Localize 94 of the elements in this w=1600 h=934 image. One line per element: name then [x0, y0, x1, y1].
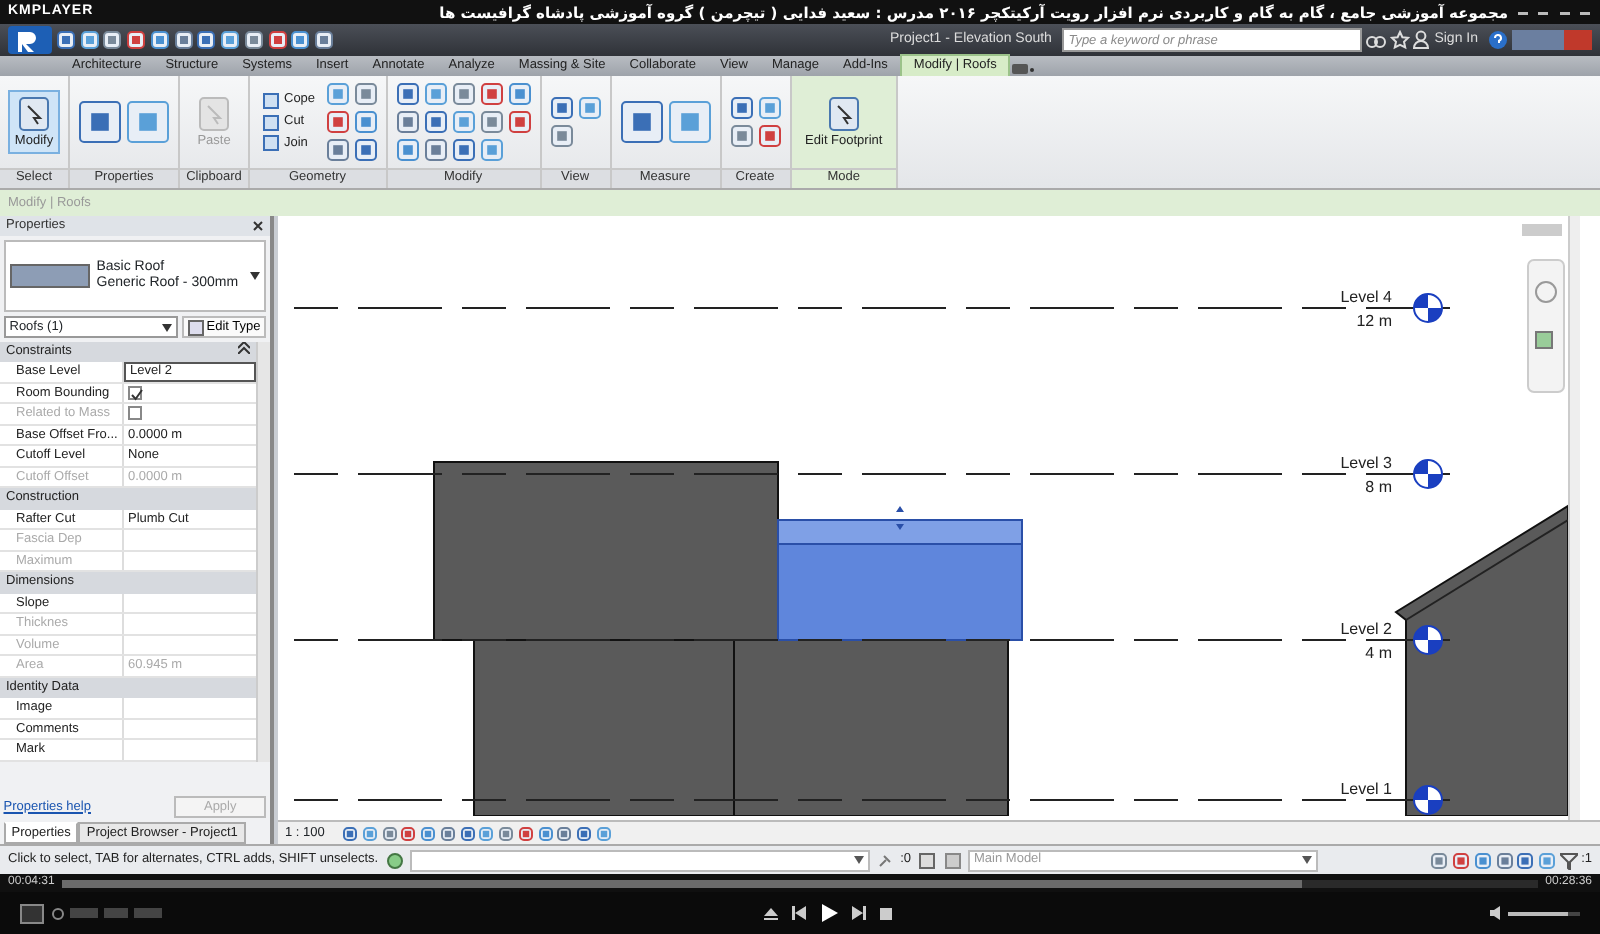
tool-icon: [823, 94, 864, 135]
camera-icon[interactable]: [1010, 62, 1035, 76]
toolbar-icon[interactable]: [173, 30, 193, 50]
tool-icon[interactable]: [78, 100, 122, 144]
tool-icon[interactable]: [479, 110, 504, 134]
tool-icon[interactable]: [423, 110, 448, 134]
shape-handle-icon[interactable]: [896, 506, 904, 530]
level-head-icon[interactable]: [1413, 293, 1443, 323]
tool-icon[interactable]: [325, 110, 350, 134]
filter-icon[interactable]: [1559, 851, 1578, 869]
tool-icon[interactable]: [757, 124, 782, 148]
tool-icon[interactable]: [325, 82, 350, 106]
tool-icon[interactable]: [507, 110, 532, 134]
tool-icon[interactable]: [325, 138, 350, 162]
editable-icon[interactable]: [918, 851, 937, 869]
tool-icon[interactable]: [423, 138, 448, 162]
toolbar-icon[interactable]: [79, 30, 99, 50]
level-line[interactable]: [293, 307, 1451, 309]
collapse-icon[interactable]: [238, 341, 250, 354]
edit-type-icon: [187, 319, 204, 335]
tool-icon[interactable]: [395, 138, 420, 162]
roof-drawing[interactable]: [433, 461, 779, 641]
design-option-icon[interactable]: [943, 851, 962, 869]
level-head-icon[interactable]: [1413, 785, 1443, 815]
level-name[interactable]: Level 4: [1340, 288, 1392, 306]
tool-icon[interactable]: [667, 100, 712, 144]
tool-icon[interactable]: [395, 110, 420, 134]
tool-icon[interactable]: [549, 96, 574, 120]
level-elevation: 4 m: [1365, 644, 1392, 662]
toolbar-icon[interactable]: [290, 30, 311, 50]
toolbar-icon[interactable]: [314, 30, 334, 50]
user-icon: [1412, 30, 1431, 50]
tool-icon[interactable]: [549, 124, 574, 148]
scrollbar[interactable]: [1568, 216, 1580, 820]
level-name[interactable]: Level 1: [1340, 780, 1392, 798]
level-head-icon[interactable]: [1413, 459, 1443, 489]
tool-icon: [14, 94, 54, 135]
tool-icon[interactable]: [451, 110, 476, 134]
scrollbar[interactable]: [256, 341, 270, 762]
caret-icon: [1302, 856, 1313, 864]
level-line[interactable]: [293, 639, 1451, 641]
tool-icon[interactable]: [757, 96, 782, 120]
caret-icon: [250, 272, 261, 280]
tool-icon[interactable]: [353, 110, 378, 134]
previous-icon[interactable]: [792, 906, 807, 920]
tool-icon[interactable]: [479, 82, 504, 106]
toolbar-icon[interactable]: [149, 30, 170, 50]
caret-icon: [854, 856, 865, 864]
tool-icon[interactable]: [395, 82, 420, 106]
tool-icon[interactable]: [451, 138, 476, 162]
stop-icon[interactable]: [880, 907, 893, 919]
tool-icon[interactable]: [507, 82, 532, 106]
tool-icon[interactable]: [479, 138, 504, 162]
seek-bar[interactable]: [61, 879, 1539, 887]
level-line[interactable]: [293, 799, 1451, 801]
checkbox[interactable]: [128, 385, 142, 400]
binoculars-icon[interactable]: [1365, 30, 1386, 50]
toolbar-icon[interactable]: [55, 30, 76, 50]
star-icon[interactable]: [1389, 30, 1410, 50]
tool-icon[interactable]: [353, 138, 378, 162]
roof-swatch-icon: [9, 264, 90, 288]
level-head-icon[interactable]: [1413, 625, 1443, 655]
toolbar-icon[interactable]: [243, 30, 264, 50]
toolbar-icon[interactable]: [196, 30, 217, 50]
tool-icon[interactable]: [577, 96, 602, 120]
level-name[interactable]: Level 2: [1340, 620, 1392, 638]
3d-mode-icon[interactable]: [20, 903, 44, 923]
toolbar-icon[interactable]: [220, 30, 240, 50]
tool-icon[interactable]: [729, 124, 754, 148]
tool-icon[interactable]: [126, 100, 170, 144]
navigation-bar[interactable]: [1527, 259, 1565, 393]
wall-drawing[interactable]: [733, 639, 1009, 816]
level-line[interactable]: [293, 473, 1451, 475]
tool-icon[interactable]: [423, 82, 448, 106]
wall-drawing[interactable]: [473, 639, 735, 816]
toolbar-icon[interactable]: [267, 30, 287, 50]
app-menu-icon[interactable]: [8, 26, 52, 54]
level-elevation: 12 m: [1356, 312, 1392, 330]
play-icon[interactable]: [820, 904, 839, 922]
tool-icon[interactable]: [451, 82, 476, 106]
tool-icon[interactable]: [729, 96, 754, 120]
toolbar-icon[interactable]: [102, 30, 123, 50]
caret-icon: [161, 323, 172, 331]
tool-icon[interactable]: [353, 82, 378, 106]
toolbar-icon[interactable]: [126, 30, 146, 50]
tool-icon: [194, 94, 234, 135]
tool-icon[interactable]: [619, 100, 664, 144]
next-icon[interactable]: [852, 906, 867, 920]
workset-icon[interactable]: [385, 851, 404, 869]
help-icon[interactable]: [1488, 30, 1509, 50]
level-name[interactable]: Level 3: [1340, 454, 1392, 472]
speaker-icon[interactable]: [1490, 906, 1505, 920]
eject-icon[interactable]: [764, 906, 779, 920]
level-elevation: 8 m: [1365, 478, 1392, 496]
